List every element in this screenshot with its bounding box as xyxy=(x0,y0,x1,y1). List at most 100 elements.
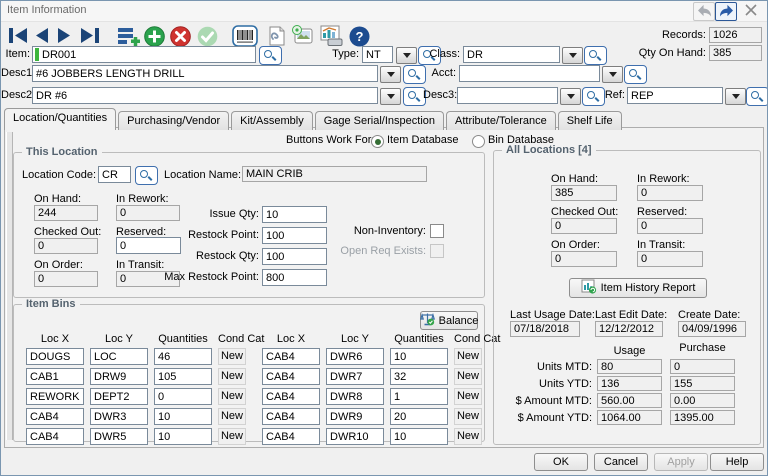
desc1-search-button[interactable] xyxy=(403,65,426,84)
help-button[interactable]: Help xyxy=(710,453,764,471)
previous-record-button[interactable] xyxy=(34,28,49,46)
bin-locy-input[interactable] xyxy=(90,428,148,445)
item-history-report-button[interactable]: Item History Report xyxy=(569,278,707,298)
first-record-button[interactable] xyxy=(9,28,28,46)
issue-qty-input[interactable] xyxy=(262,206,327,223)
tab-location-quantities[interactable]: Location/Quantities xyxy=(4,108,116,130)
item-bins-right-table: Loc X Loc Y Quantities Cond Cat New New … xyxy=(262,333,482,445)
last-usage-date-value: 07/18/2018 xyxy=(510,321,580,337)
records-value: 1026 xyxy=(709,27,762,43)
redo-button[interactable] xyxy=(715,2,737,21)
type-input[interactable] xyxy=(362,46,393,63)
bin-qty-input[interactable] xyxy=(154,428,212,445)
desc3-search-button[interactable] xyxy=(582,87,605,106)
bin-locx-input[interactable] xyxy=(262,348,320,365)
next-record-button[interactable] xyxy=(57,28,72,46)
bin-locx-input[interactable] xyxy=(26,388,84,405)
bin-locy-input[interactable] xyxy=(90,348,148,365)
col-header-condcat: Cond Cat xyxy=(454,333,482,345)
location-code-input[interactable] xyxy=(98,166,131,183)
bin-locy-input[interactable] xyxy=(326,348,384,365)
ok-button[interactable]: OK xyxy=(534,453,588,471)
units-ytd-label: Units YTD: xyxy=(502,378,592,391)
item-search-button[interactable] xyxy=(259,46,282,65)
bin-qty-input[interactable] xyxy=(154,368,212,385)
desc2-dropdown[interactable] xyxy=(380,88,401,105)
qty-on-hand-value: 385 xyxy=(709,45,762,61)
close-button[interactable] xyxy=(745,4,763,18)
bin-locx-input[interactable] xyxy=(262,408,320,425)
acct-search-button[interactable] xyxy=(624,65,647,84)
bin-qty-input[interactable] xyxy=(154,348,212,365)
radio-bin-database[interactable] xyxy=(472,135,485,148)
redo-arrow-icon xyxy=(719,4,734,20)
search-icon xyxy=(138,168,154,182)
bin-locy-input[interactable] xyxy=(326,408,384,425)
bin-qty-input[interactable] xyxy=(390,408,448,425)
radio-item-database-label[interactable]: Item Database xyxy=(387,134,459,147)
bin-locx-input[interactable] xyxy=(262,388,320,405)
bin-locx-input[interactable] xyxy=(26,368,84,385)
bin-qty-input[interactable] xyxy=(390,428,448,445)
desc1-dropdown[interactable] xyxy=(380,66,401,83)
image-button[interactable] xyxy=(291,25,314,49)
amount-ytd-label: $ Amount YTD: xyxy=(502,412,592,425)
bin-locx-input[interactable] xyxy=(262,428,320,445)
col-header-quantities: Quantities xyxy=(390,333,448,345)
item-input[interactable] xyxy=(32,46,256,63)
acct-dropdown[interactable] xyxy=(602,66,623,83)
bin-locy-input[interactable] xyxy=(90,388,148,405)
max-restock-point-input[interactable] xyxy=(262,269,327,286)
class-search-button[interactable] xyxy=(584,46,607,65)
last-record-button[interactable] xyxy=(80,28,99,46)
search-icon xyxy=(406,89,422,103)
class-input[interactable] xyxy=(463,46,560,63)
desc2-input[interactable] xyxy=(32,87,378,104)
titlebar: Item Information xyxy=(1,1,767,22)
restock-point-input[interactable] xyxy=(262,227,327,244)
tab-shelf-life[interactable]: Shelf Life xyxy=(558,111,622,130)
bin-qty-input[interactable] xyxy=(154,388,212,405)
bin-condcat: New xyxy=(454,348,482,365)
acct-input[interactable] xyxy=(459,65,600,82)
balance-button[interactable]: Balance xyxy=(420,311,478,330)
tab-kit-assembly[interactable]: Kit/Assembly xyxy=(231,111,313,130)
bin-locx-input[interactable] xyxy=(26,428,84,445)
bin-locy-input[interactable] xyxy=(90,408,148,425)
restock-qty-input[interactable] xyxy=(262,248,327,265)
report-print-button[interactable] xyxy=(319,25,343,50)
ref-search-button[interactable] xyxy=(746,87,768,106)
bin-qty-input[interactable] xyxy=(390,348,448,365)
item-bins-title: Item Bins xyxy=(22,298,80,310)
units-mtd-usage-value: 80 xyxy=(597,359,662,374)
desc3-input[interactable] xyxy=(457,87,558,104)
class-dropdown[interactable] xyxy=(562,47,583,64)
bin-locy-input[interactable] xyxy=(90,368,148,385)
bin-locx-input[interactable] xyxy=(26,348,84,365)
non-inventory-checkbox[interactable] xyxy=(430,224,444,238)
ref-dropdown[interactable] xyxy=(725,88,746,105)
tab-purchasing-vendor[interactable]: Purchasing/Vendor xyxy=(118,111,229,130)
bin-locy-input[interactable] xyxy=(326,388,384,405)
ref-input[interactable] xyxy=(627,87,723,104)
bin-locx-input[interactable] xyxy=(26,408,84,425)
desc1-input[interactable] xyxy=(32,65,378,82)
search-icon xyxy=(262,48,278,62)
bin-qty-input[interactable] xyxy=(390,368,448,385)
cancel-button[interactable]: Cancel xyxy=(594,453,648,471)
bin-locy-input[interactable] xyxy=(326,368,384,385)
desc3-dropdown[interactable] xyxy=(560,88,581,105)
bin-qty-input[interactable] xyxy=(154,408,212,425)
undo-button[interactable] xyxy=(693,2,715,21)
tab-gage-serial-inspection[interactable]: Gage Serial/Inspection xyxy=(315,111,444,130)
acct-label: Acct: xyxy=(429,67,456,80)
tab-attribute-tolerance[interactable]: Attribute/Tolerance xyxy=(446,111,556,130)
radio-item-database[interactable] xyxy=(371,135,384,148)
bin-locy-input[interactable] xyxy=(326,428,384,445)
type-dropdown[interactable] xyxy=(396,47,417,64)
bin-qty-input[interactable] xyxy=(390,388,448,405)
all-checked-out-value: 0 xyxy=(551,218,617,234)
bin-locx-input[interactable] xyxy=(262,368,320,385)
history-report-icon xyxy=(581,279,597,297)
location-code-search-button[interactable] xyxy=(135,166,158,185)
